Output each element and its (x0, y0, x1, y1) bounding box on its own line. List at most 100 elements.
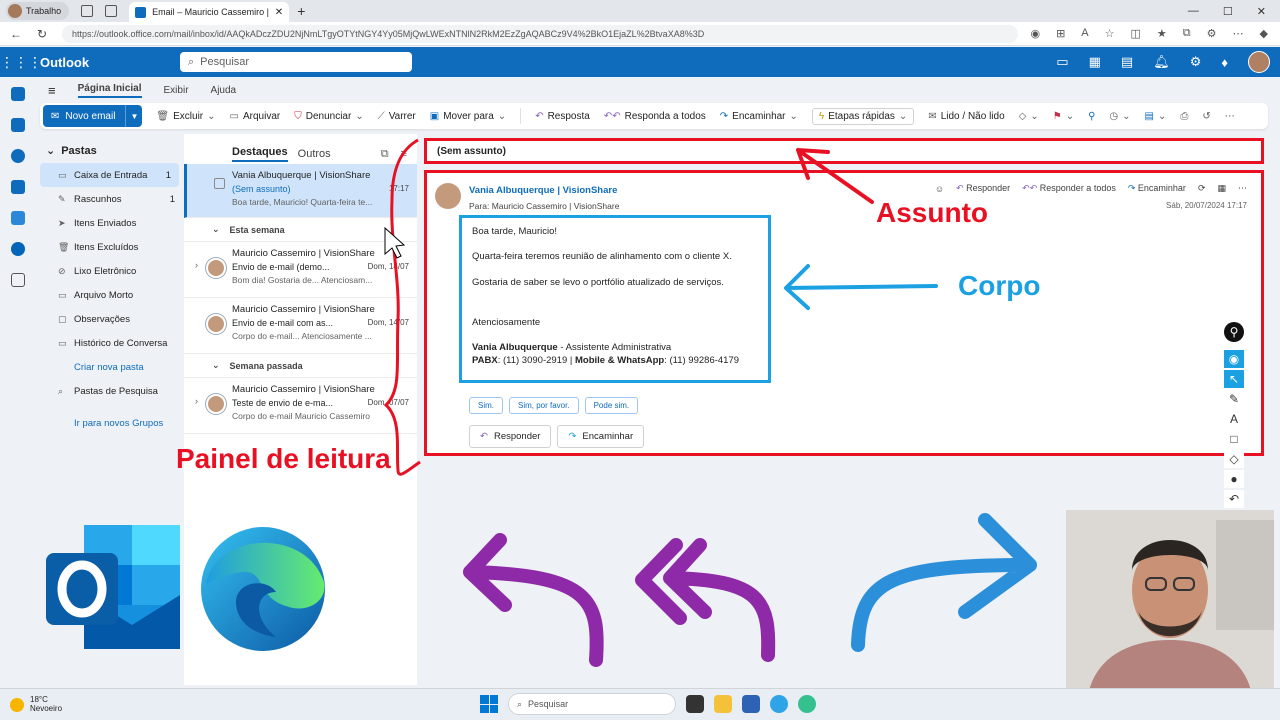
groups-icon[interactable] (11, 180, 25, 194)
rectangle-tool-icon[interactable]: □ (1224, 430, 1244, 448)
pin-button[interactable]: ⚲ (1088, 111, 1095, 122)
more-icon[interactable]: ⋯ (1238, 183, 1247, 194)
new-mail-button[interactable]: ✉ Novo email ▼ (43, 105, 143, 127)
reply-button[interactable]: ↶ Responder (469, 425, 552, 448)
sender-avatar[interactable] (435, 183, 461, 209)
delete-button[interactable]: 🗑︎ Excluir ⌄ (156, 111, 215, 122)
folder-notes[interactable]: ▢ Observações (36, 307, 183, 331)
extensions-icon[interactable]: ⚙ (1207, 27, 1217, 40)
more-icon[interactable]: ⋯ (1233, 27, 1244, 40)
rules-button[interactable]: ▤ ⌄ (1145, 111, 1167, 122)
minimize-icon[interactable]: — (1188, 5, 1199, 18)
eraser-icon[interactable]: ◇ (1224, 450, 1244, 468)
outlook-brand[interactable]: Outlook (40, 55, 180, 70)
undo-icon[interactable]: ↶ (1224, 490, 1244, 508)
folder-sent[interactable]: ➤ Itens Enviados (36, 211, 183, 235)
emoji-icon[interactable]: ☺ (935, 184, 944, 194)
workspaces-icon[interactable] (81, 5, 94, 17)
windows-start-icon[interactable] (480, 695, 498, 713)
weather-widget[interactable]: 18°C Nevoeiro (10, 695, 62, 714)
copilot-icon[interactable]: ◆ (1260, 27, 1268, 40)
eye-icon[interactable]: ◉ (1224, 350, 1244, 368)
print-button[interactable]: ⎙ (1180, 111, 1188, 122)
list-item[interactable]: › Mauricio Cassemiro | VisionShare Envio… (184, 242, 417, 298)
pen-icon[interactable]: ✎ (1224, 390, 1244, 408)
tab-actions-icon[interactable] (105, 5, 118, 17)
tips-icon[interactable]: ♦ (1221, 55, 1228, 70)
color-dot-icon[interactable]: ● (1224, 470, 1244, 488)
refresh-icon[interactable]: ↻ (32, 27, 52, 41)
bell-icon[interactable]: 🔔︎ (1153, 54, 1170, 70)
new-tab-icon[interactable]: + (297, 3, 305, 19)
read-aloud-icon[interactable]: ◉ (1030, 27, 1040, 40)
read-unread-button[interactable]: ✉ Lido / Não lido (928, 111, 1004, 122)
tab-view[interactable]: Exibir (164, 85, 189, 96)
edge-active-icon[interactable] (798, 695, 816, 713)
forward-button[interactable]: ↷ Encaminhar (557, 425, 645, 448)
sweep-button[interactable]: ⟋ Varrer (378, 111, 416, 122)
folders-header[interactable]: ⌄ Pastas (36, 134, 183, 163)
close-tab-icon[interactable]: ✕ (275, 7, 283, 18)
move-button[interactable]: ▣ Mover para ⌄ (430, 111, 506, 122)
collections-icon[interactable]: ⧉ (1183, 27, 1191, 40)
close-window-icon[interactable]: ✕ (1257, 5, 1266, 18)
chevron-right-icon[interactable]: › (195, 260, 198, 270)
create-folder-link[interactable]: Criar nova pasta (36, 355, 183, 379)
folder-search-folders[interactable]: ⌕ Pastas de Pesquisa (36, 379, 183, 403)
groups-link[interactable]: Ir para novos Grupos (36, 411, 183, 435)
quick-reply-button[interactable]: Sim, por favor. (509, 397, 579, 414)
select-checkbox[interactable] (214, 178, 225, 189)
flag-button[interactable]: ⚑ ⌄ (1053, 111, 1074, 122)
browser-tab-outlook[interactable]: Email – Mauricio Cassemiro | VisionShare… (129, 2, 290, 22)
list-item[interactable]: › Mauricio Cassemiro | VisionShare Teste… (184, 378, 417, 434)
quick-reply-button[interactable]: Pode sim. (584, 397, 639, 414)
chevron-right-icon[interactable]: › (195, 396, 198, 406)
tab-help[interactable]: Ajuda (211, 85, 237, 96)
archive-button[interactable]: ▭ Arquivar (230, 111, 281, 122)
tab-other[interactable]: Outros (298, 148, 331, 160)
profile-button[interactable]: Trabalho (6, 2, 70, 20)
task-view-icon[interactable] (686, 695, 704, 713)
reply-action[interactable]: ↶ Responder (956, 183, 1010, 194)
translate-icon[interactable]: A (1081, 27, 1088, 40)
onedrive-icon[interactable] (11, 242, 25, 256)
text-tool-icon[interactable]: A (1224, 410, 1244, 428)
edge-icon[interactable] (770, 695, 788, 713)
gear-icon[interactable]: ⚙ (1190, 54, 1202, 70)
undo-button[interactable]: ↺ (1202, 111, 1210, 122)
store-icon[interactable] (742, 695, 760, 713)
people-icon[interactable] (11, 149, 25, 163)
list-item-selected[interactable]: Vania Albuquerque | VisionShare (Sem ass… (184, 164, 417, 218)
quick-reply-button[interactable]: Sim. (469, 397, 503, 414)
app-icon[interactable]: ⊞ (1056, 27, 1065, 40)
group-header-last-week[interactable]: ⌄ Semana passada (184, 354, 417, 378)
folder-deleted[interactable]: 🗑︎ Itens Excluídos (36, 235, 183, 259)
url-field[interactable]: https://outlook.office.com/mail/inbox/id… (62, 24, 1019, 43)
group-header-this-week[interactable]: ⌄ Esta semana (184, 218, 417, 242)
reply-all-action[interactable]: ↶↶ Responder a todos (1022, 183, 1116, 194)
back-icon[interactable]: ← (6, 27, 26, 41)
tab-focused[interactable]: Destaques (232, 146, 288, 162)
apps-icon[interactable]: ▦ (1217, 183, 1226, 194)
loop-icon[interactable]: ⟳ (1198, 183, 1206, 194)
taskbar-search[interactable]: ⌕ Pesquisar (508, 693, 676, 715)
folder-junk[interactable]: ⊘ Lixo Eletrônico (36, 259, 183, 283)
forward-button[interactable]: ↷ Encaminhar ⌄ (720, 111, 798, 122)
file-explorer-icon[interactable] (714, 695, 732, 713)
teams-icon[interactable]: ▦ (1089, 54, 1101, 70)
more-apps-icon[interactable] (11, 273, 25, 287)
folder-conversation-history[interactable]: ▭ Histórico de Conversa (36, 331, 183, 355)
report-button[interactable]: ⛉ Denunciar ⌄ (294, 111, 363, 122)
todo-icon[interactable] (11, 211, 25, 225)
pointer-icon[interactable]: ↖ (1224, 370, 1244, 388)
quick-steps-button[interactable]: ϟ Etapas rápidas ⌄ (811, 107, 915, 125)
list-item[interactable]: Mauricio Cassemiro | VisionShare Envio d… (184, 298, 417, 354)
maximize-icon[interactable]: ☐ (1223, 5, 1233, 18)
notes-icon[interactable]: ▤ (1121, 54, 1133, 70)
mail-icon[interactable] (11, 87, 25, 101)
split-screen-icon[interactable]: ◫ (1131, 27, 1141, 40)
folder-drafts[interactable]: ✎ Rascunhos 1 (36, 187, 183, 211)
more-options-button[interactable]: ⋯ (1225, 111, 1235, 122)
folder-archive[interactable]: ▭ Arquivo Morto (36, 283, 183, 307)
favorite-icon[interactable]: ☆ (1105, 27, 1115, 40)
